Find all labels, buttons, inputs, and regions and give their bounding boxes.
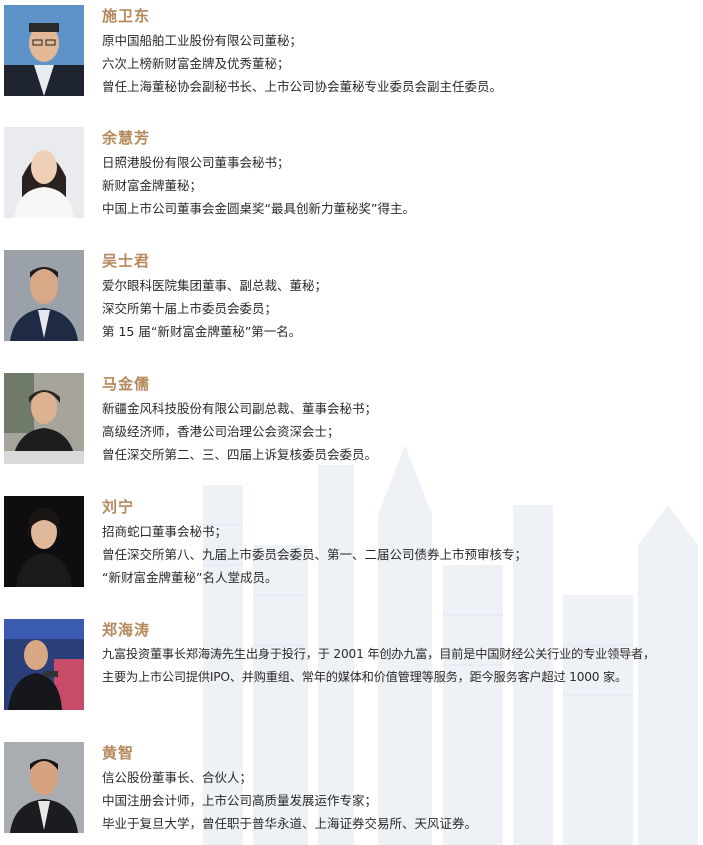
person-name: 施卫东 [102,7,151,25]
bio-line: 信公股份董事长、合伙人； [102,770,253,785]
portrait-photo [4,127,84,218]
bio-line: 爱尔眼科医院集团董事、副总裁、董秘； [102,278,328,293]
portrait-photo [4,373,84,464]
bio-line: 曾任上海董秘协会副秘书长、上市公司协会董秘专业委员会副主任委员。 [102,79,503,94]
bio-line: 中国上市公司董事会金圆桌奖“最具创新力董秘奖”得主。 [102,201,415,216]
bio-line: 第 15 届“新财富金牌董秘”第一名。 [102,324,302,339]
bio-line: 毕业于复旦大学，曾任职于普华永道、上海证券交易所、天风证券。 [102,816,478,831]
bio-line: 曾任深交所第八、九届上市委员会委员、第一、二届公司债券上市预审核专； [102,547,528,562]
person-name: 吴士君 [102,252,151,270]
bio-line: 主要为上市公司提供IPO、并购重组、常年的媒体和价值管理等服务，距今服务客户超过… [102,670,628,684]
bio-line: 新疆金风科技股份有限公司副总裁、董事会秘书； [102,401,378,416]
bio-line: 高级经济师，香港公司治理公会资深会士； [102,424,340,439]
portrait-photo [4,5,84,96]
portrait-photo [4,619,84,710]
bio-line: 新财富金牌董秘； [102,178,203,193]
person-name: 黄智 [102,744,135,762]
person-name: 郑海涛 [102,621,151,639]
bio-line: 六次上榜新财富金牌及优秀董秘； [102,56,290,71]
bio-line: 日照港股份有限公司董事会秘书； [102,155,290,170]
person-name: 刘宁 [102,498,135,516]
bio-line: “新财富金牌董秘”名人堂成员。 [102,570,278,585]
bio-line: 曾任深交所第二、三、四届上诉复核委员会委员。 [102,447,378,462]
bio-line: 深交所第十届上市委员会委员； [102,301,278,316]
portrait-photo [4,250,84,341]
person-name: 余慧芳 [102,129,151,147]
bio-line: 中国注册会计师，上市公司高质量发展运作专家； [102,793,378,808]
portrait-photo [4,742,84,833]
portrait-photo [4,496,84,587]
bio-line: 招商蛇口董事会秘书； [102,524,228,539]
bio-line: 原中国船舶工业股份有限公司董秘； [102,33,303,48]
person-name: 马金儒 [102,375,151,393]
bio-line: 九富投资董事长郑海涛先生出身于投行，于 2001 年创办九富，目前是中国财经公关… [102,647,656,661]
